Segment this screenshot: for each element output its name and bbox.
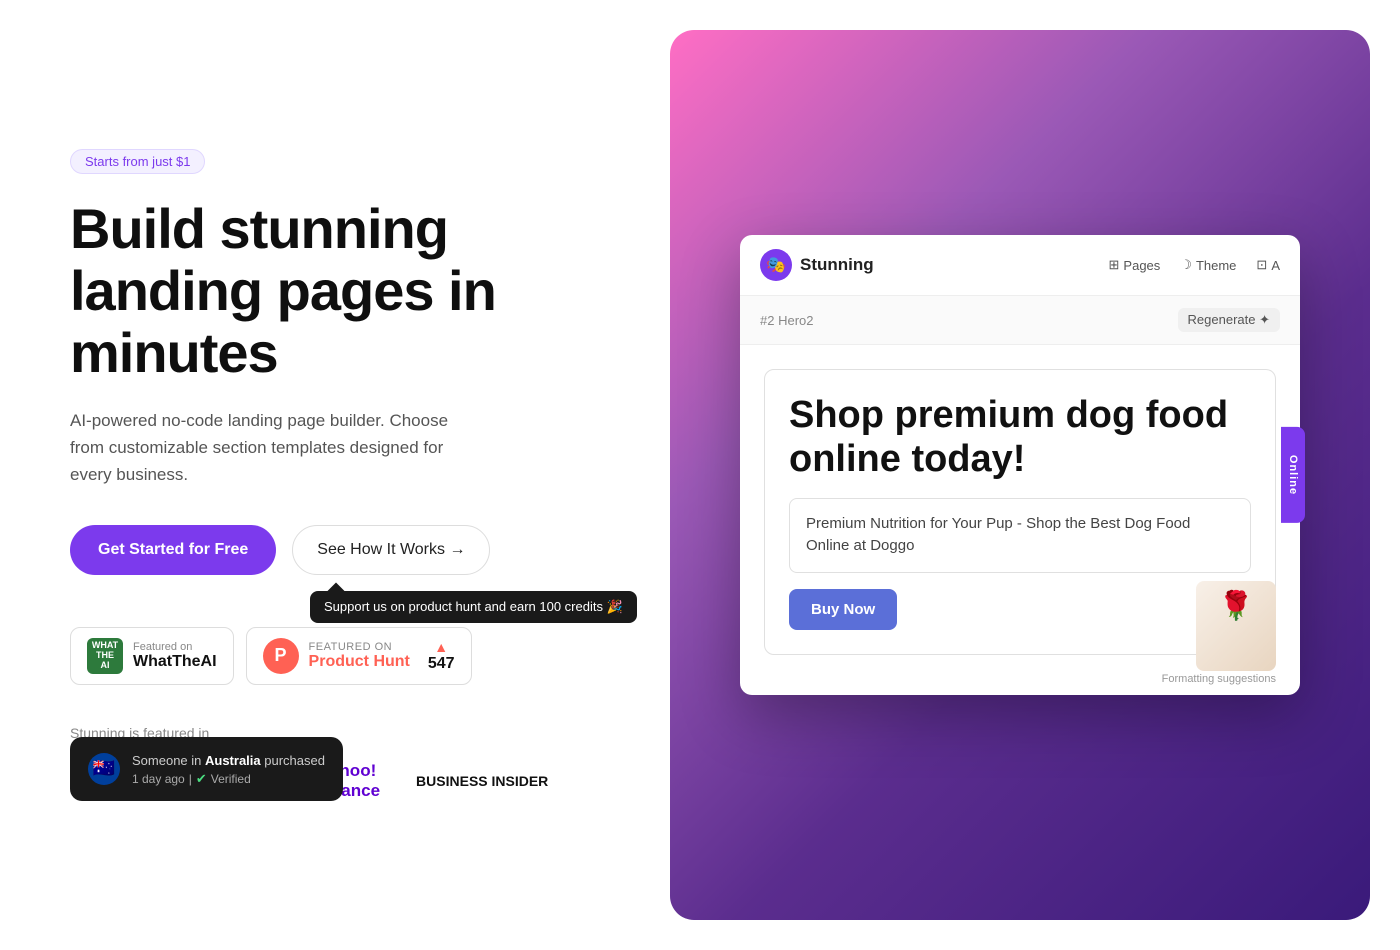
preview-cta-button[interactable]: Buy Now (789, 589, 897, 630)
app-name: Stunning (800, 255, 874, 275)
whattheai-featured-label: Featured on (133, 641, 217, 653)
producthunt-logo-icon: P (263, 638, 299, 674)
pages-icon: ⊞ (1109, 257, 1120, 273)
online-tab[interactable]: Online (1281, 427, 1305, 523)
left-section: Starts from just $1 Build stunning landi… (0, 89, 640, 860)
browser-mockup: 🎭 Stunning ⊞ Pages ☽ Theme ⊡ A (740, 235, 1300, 694)
badges-row: WHATTHEAI Featured on WhatTheAI P FEATUR… (70, 627, 570, 685)
business-insider-logo: BUSINESS INSIDER (416, 773, 548, 789)
ph-votes-count: 547 (428, 655, 455, 673)
app-logo: 🎭 Stunning (760, 249, 874, 281)
toast-message: Someone in Australia purchased (132, 751, 325, 771)
section-label: #2 Hero2 (760, 313, 813, 328)
ph-featured-label: FEATURED ON (309, 641, 410, 653)
verified-icon: ✔ (196, 771, 207, 787)
browser-nav: ⊞ Pages ☽ Theme ⊡ A (1109, 257, 1280, 273)
browser-wrapper: 🎭 Stunning ⊞ Pages ☽ Theme ⊡ A (740, 255, 1300, 694)
hero-subtitle: AI-powered no-code landing page builder.… (70, 407, 470, 489)
nav-typography[interactable]: ⊡ A (1256, 257, 1280, 273)
toast-verified-label: Verified (211, 772, 251, 786)
toast-time: 1 day ago (132, 772, 185, 786)
browser-topbar: 🎭 Stunning ⊞ Pages ☽ Theme ⊡ A (740, 235, 1300, 296)
producthunt-badge[interactable]: P FEATURED ON Product Hunt ▲ 547 (246, 627, 472, 685)
ph-name: Product Hunt (309, 653, 410, 671)
whattheai-badge[interactable]: WHATTHEAI Featured on WhatTheAI (70, 627, 234, 685)
producthunt-tooltip: Support us on product hunt and earn 100 … (310, 591, 637, 623)
preview-hero-title: Shop premium dog food online today! (789, 394, 1251, 481)
get-started-button[interactable]: Get Started for Free (70, 525, 276, 575)
regenerate-button[interactable]: Regenerate ✦ (1178, 308, 1280, 332)
whattheai-name: WhatTheAI (133, 653, 217, 671)
preview-image: 🌹 (1196, 581, 1276, 671)
app-logo-icon: 🎭 (760, 249, 792, 281)
right-section: 🎭 Stunning ⊞ Pages ☽ Theme ⊡ A (640, 0, 1400, 950)
ph-upvote-icon: ▲ (434, 639, 448, 655)
section-label-bar: #2 Hero2 Regenerate ✦ (740, 296, 1300, 345)
hero-title: Build stunning landing pages in minutes (70, 198, 570, 383)
preview-area: Shop premium dog food online today! Prem… (740, 345, 1300, 694)
whattheai-logo-icon: WHATTHEAI (87, 638, 123, 674)
preview-subtitle: Premium Nutrition for Your Pup - Shop th… (789, 498, 1251, 573)
cta-row: Get Started for Free See How It Works → … (70, 525, 570, 575)
see-how-it-works-button[interactable]: See How It Works → (292, 525, 490, 575)
formatting-hint: Formatting suggestions (1162, 673, 1276, 685)
nav-theme[interactable]: ☽ Theme (1180, 257, 1236, 273)
price-badge: Starts from just $1 (70, 149, 205, 174)
type-icon: ⊡ (1256, 257, 1267, 273)
nav-pages[interactable]: ⊞ Pages (1109, 257, 1161, 273)
purchase-toast: 🇦🇺 Someone in Australia purchased 1 day … (70, 737, 343, 801)
australia-flag-icon: 🇦🇺 (88, 753, 120, 785)
theme-icon: ☽ (1180, 257, 1192, 273)
flower-icon: 🌹 (1219, 589, 1254, 622)
